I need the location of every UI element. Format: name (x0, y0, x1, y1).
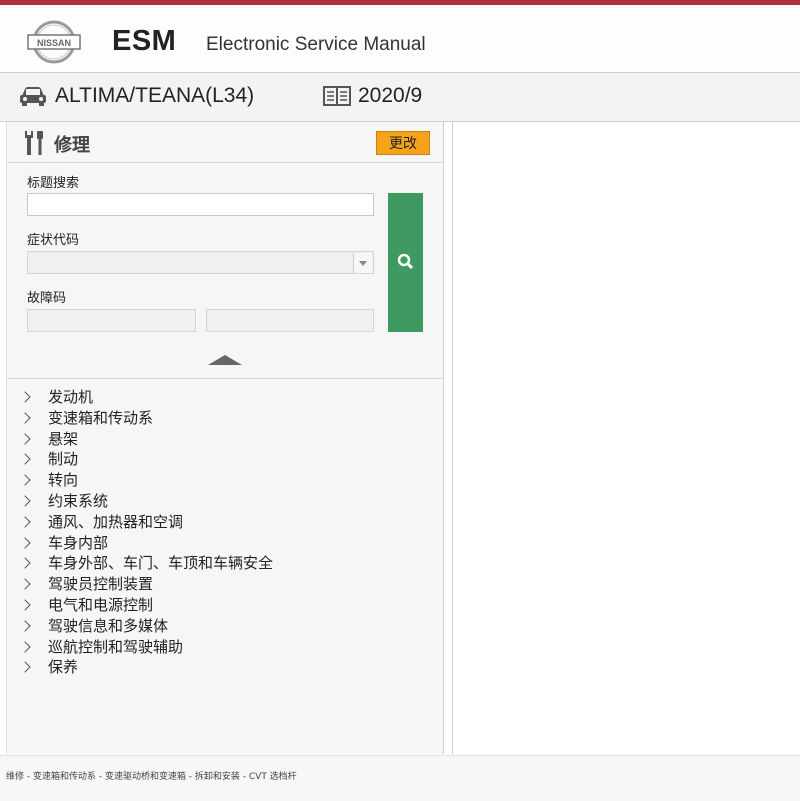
chevron-right-icon[interactable] (19, 412, 31, 424)
chevron-right-icon[interactable] (19, 557, 31, 570)
logo-text: NISSAN (37, 38, 71, 48)
app-subtitle: Electronic Service Manual (206, 34, 426, 55)
chevron-down-icon[interactable] (353, 253, 372, 273)
tree-item[interactable]: 通风、加热器和空调 (7, 512, 443, 533)
tree-item-label: 车身内部 (48, 533, 109, 552)
chevron-right-icon[interactable] (19, 640, 31, 653)
tree-item-label: 车身外部、车门、车顶和车辆安全 (48, 554, 274, 573)
chevron-right-icon[interactable] (19, 453, 31, 466)
tree-item[interactable]: 悬架 (7, 429, 443, 450)
tree-item[interactable]: 车身内部 (7, 533, 443, 554)
car-icon (20, 87, 46, 106)
tree-item-label: 约束系统 (48, 491, 109, 510)
tree-item-label: 巡航控制和驾驶辅助 (48, 637, 184, 656)
chevron-right-icon[interactable] (19, 516, 31, 528)
symptom-code-label: 症状代码 (27, 233, 80, 248)
chevron-right-icon[interactable] (19, 536, 31, 549)
chevron-right-icon[interactable] (19, 391, 31, 403)
chevron-right-icon[interactable] (19, 578, 31, 590)
tree-item[interactable]: 转向 (7, 470, 443, 491)
wrench-icon (25, 131, 43, 155)
search-button[interactable] (388, 193, 423, 332)
app-header: NISSAN ESM Electronic Service Manual (0, 5, 800, 73)
status-bar: 维修 - 变速箱和传动系 - 变速驱动桥和变速箱 - 拆卸和安装 - CVT 选… (0, 755, 800, 801)
tree-item[interactable]: 制动 (7, 449, 443, 470)
tree-item[interactable]: 保养 (7, 657, 443, 678)
category-tree: 发动机变速箱和传动系 悬架制动转向 约束系统通风、加热器和空调 车身内部车身外部、车门… (7, 378, 443, 678)
panel-header: 修理 更改 (7, 122, 443, 163)
content-pane (452, 122, 800, 754)
vehicle-model: ALTIMA/TEANA(L34) (55, 84, 255, 107)
title-search-input[interactable] (27, 193, 374, 216)
chevron-right-icon[interactable] (19, 620, 31, 632)
symptom-code-dropdown[interactable] (27, 251, 374, 274)
tree-item-label: 制动 (48, 450, 79, 469)
tree-item[interactable]: 驾驶信息和多媒体 (7, 616, 443, 637)
tree-item-label: 保养 (48, 658, 79, 677)
title-search-label: 标题搜索 (27, 176, 80, 191)
vehicle-bar: ALTIMA/TEANA(L34) 2020/9 (0, 73, 800, 122)
manual-version: 2020/9 (358, 84, 423, 107)
tree-item[interactable]: 巡航控制和驾驶辅助 (7, 637, 443, 658)
tree-item[interactable]: 约束系统 (7, 491, 443, 512)
breadcrumb: 维修 - 变速箱和传动系 - 变速驱动桥和变速箱 - 拆卸和安装 - CVT 选… (6, 772, 297, 782)
chevron-right-icon[interactable] (19, 432, 31, 445)
tree-item[interactable]: 电气和电源控制 (7, 595, 443, 616)
chevron-right-icon[interactable] (19, 495, 31, 507)
tree-item-label: 电气和电源控制 (48, 595, 154, 614)
search-icon (397, 253, 414, 270)
repair-panel: 修理 更改 标题搜索 症状代码 故障码 发动机变速箱和传动系 悬架制动转向 约束系统… (6, 122, 444, 754)
fault-code-input-2[interactable] (206, 309, 374, 332)
panel-title: 修理 (54, 135, 90, 156)
chevron-right-icon[interactable] (19, 599, 31, 611)
book-icon (323, 86, 351, 106)
tree-item-label: 发动机 (48, 388, 94, 406)
tree-item-label: 驾驶员控制装置 (48, 575, 154, 594)
tree-item-label: 转向 (48, 471, 79, 490)
tree-item[interactable]: 发动机 (7, 387, 443, 408)
tree-item[interactable]: 车身外部、车门、车顶和车辆安全 (7, 553, 443, 574)
change-button[interactable]: 更改 (376, 131, 430, 155)
tree-item-label: 驾驶信息和多媒体 (48, 616, 169, 635)
collapse-up-icon[interactable] (208, 354, 242, 366)
app-name: ESM (112, 25, 177, 57)
chevron-right-icon[interactable] (19, 474, 31, 486)
tree-item-label: 通风、加热器和空调 (48, 512, 184, 531)
tree-item[interactable]: 驾驶员控制装置 (7, 574, 443, 595)
nissan-logo: NISSAN (27, 20, 81, 64)
fault-code-label: 故障码 (27, 291, 67, 306)
tree-item-label: 变速箱和传动系 (48, 408, 154, 427)
chevron-right-icon[interactable] (19, 661, 31, 674)
fault-code-input-1[interactable] (27, 309, 196, 332)
tree-item-label: 悬架 (48, 429, 79, 448)
tree-item[interactable]: 变速箱和传动系 (7, 408, 443, 429)
